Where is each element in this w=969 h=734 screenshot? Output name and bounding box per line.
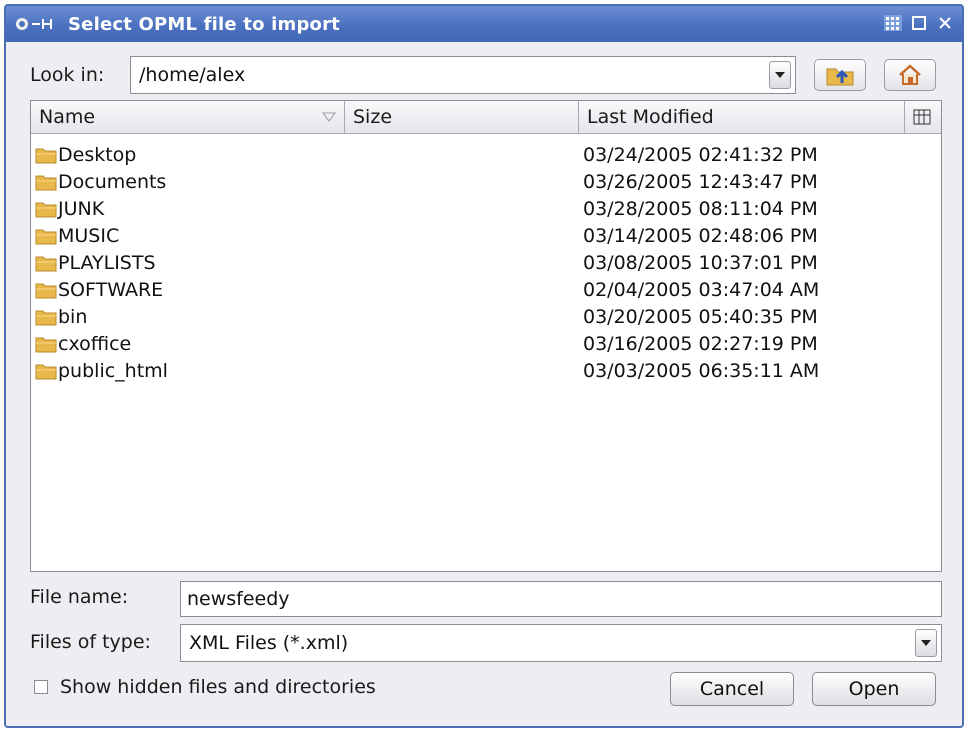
file-name: cxoffice <box>58 332 132 355</box>
look-in-label: Look in: <box>30 64 105 86</box>
file-modified: 03/03/2005 06:35:11 AM <box>583 359 820 382</box>
cancel-button[interactable]: Cancel <box>670 672 794 706</box>
sort-indicator-icon <box>322 112 336 122</box>
file-name: SOFTWARE <box>58 278 164 301</box>
folder-up-icon <box>826 68 854 86</box>
show-hidden-label: Show hidden files and directories <box>60 676 376 698</box>
column-modified-label: Last Modified <box>587 106 714 128</box>
list-item[interactable]: public_html 03/03/2005 06:35:11 AM <box>31 357 941 384</box>
column-chooser-button[interactable] <box>905 101 941 133</box>
file-name: PLAYLISTS <box>58 251 156 274</box>
file-modified: 03/14/2005 02:48:06 PM <box>583 224 818 247</box>
file-name: bin <box>58 305 88 328</box>
close-icon[interactable] <box>934 12 956 34</box>
column-header-name[interactable]: Name <box>31 101 345 133</box>
folder-icon <box>35 310 57 325</box>
home-icon <box>899 64 921 85</box>
chevron-down-icon[interactable] <box>769 61 791 89</box>
list-item[interactable]: Documents 03/26/2005 12:43:47 PM <box>31 168 941 195</box>
file-name: JUNK <box>58 197 105 220</box>
folder-icon <box>35 175 57 190</box>
show-hidden-checkbox[interactable] <box>34 680 48 694</box>
file-modified: 03/24/2005 02:41:32 PM <box>583 143 818 166</box>
window-menu-icon[interactable] <box>14 13 62 35</box>
file-list-view[interactable]: Name Size Last Modified Desktop 03/24/20… <box>30 100 942 572</box>
folder-icon <box>35 148 57 163</box>
file-dialog-window: Select OPML file to import Look in: /hom… <box>4 4 964 728</box>
folder-icon <box>35 337 57 352</box>
folder-icon <box>35 283 57 298</box>
list-item[interactable]: JUNK 03/28/2005 08:11:04 PM <box>31 195 941 222</box>
column-name-label: Name <box>39 106 96 128</box>
chevron-down-icon[interactable] <box>915 629 937 657</box>
file-name: Documents <box>58 170 167 193</box>
folder-icon <box>35 202 57 217</box>
file-name-value: newsfeedy <box>187 588 290 610</box>
list-item[interactable]: SOFTWARE 02/04/2005 03:47:04 AM <box>31 276 941 303</box>
list-item[interactable]: PLAYLISTS 03/08/2005 10:37:01 PM <box>31 249 941 276</box>
file-type-value: XML Files (*.xml) <box>189 632 349 654</box>
list-item[interactable]: MUSIC 03/14/2005 02:48:06 PM <box>31 222 941 249</box>
open-button[interactable]: Open <box>812 672 936 706</box>
sticky-icon[interactable] <box>882 12 904 34</box>
window-title: Select OPML file to import <box>68 13 340 35</box>
list-item[interactable]: bin 03/20/2005 05:40:35 PM <box>31 303 941 330</box>
file-modified: 02/04/2005 03:47:04 AM <box>583 278 820 301</box>
column-size-label: Size <box>353 106 393 128</box>
parent-directory-button[interactable] <box>814 59 866 91</box>
maximize-icon[interactable] <box>908 12 930 34</box>
file-modified: 03/20/2005 05:40:35 PM <box>583 305 818 328</box>
column-header-size[interactable]: Size <box>345 101 579 133</box>
file-modified: 03/28/2005 08:11:04 PM <box>583 197 818 220</box>
title-bar[interactable]: Select OPML file to import <box>6 6 962 42</box>
file-modified: 03/08/2005 10:37:01 PM <box>583 251 818 274</box>
file-name: Desktop <box>58 143 137 166</box>
file-modified: 03/16/2005 02:27:19 PM <box>583 332 818 355</box>
home-directory-button[interactable] <box>884 59 936 91</box>
file-name: MUSIC <box>58 224 120 247</box>
column-header-modified[interactable]: Last Modified <box>579 101 905 133</box>
file-name-field[interactable]: newsfeedy <box>180 581 942 617</box>
file-modified: 03/26/2005 12:43:47 PM <box>583 170 818 193</box>
look-in-combobox[interactable]: /home/alex <box>130 56 796 94</box>
folder-icon <box>35 229 57 244</box>
folder-icon <box>35 256 57 271</box>
list-item[interactable]: cxoffice 03/16/2005 02:27:19 PM <box>31 330 941 357</box>
list-item[interactable]: Desktop 03/24/2005 02:41:32 PM <box>31 141 941 168</box>
column-chooser-icon <box>913 109 931 125</box>
file-type-label: Files of type: <box>30 631 151 653</box>
look-in-value: /home/alex <box>139 64 246 86</box>
file-name: public_html <box>58 359 168 382</box>
folder-icon <box>35 364 57 379</box>
file-name-label: File name: <box>30 586 129 608</box>
file-type-combobox[interactable]: XML Files (*.xml) <box>180 624 942 662</box>
column-header: Name Size Last Modified <box>31 101 941 134</box>
